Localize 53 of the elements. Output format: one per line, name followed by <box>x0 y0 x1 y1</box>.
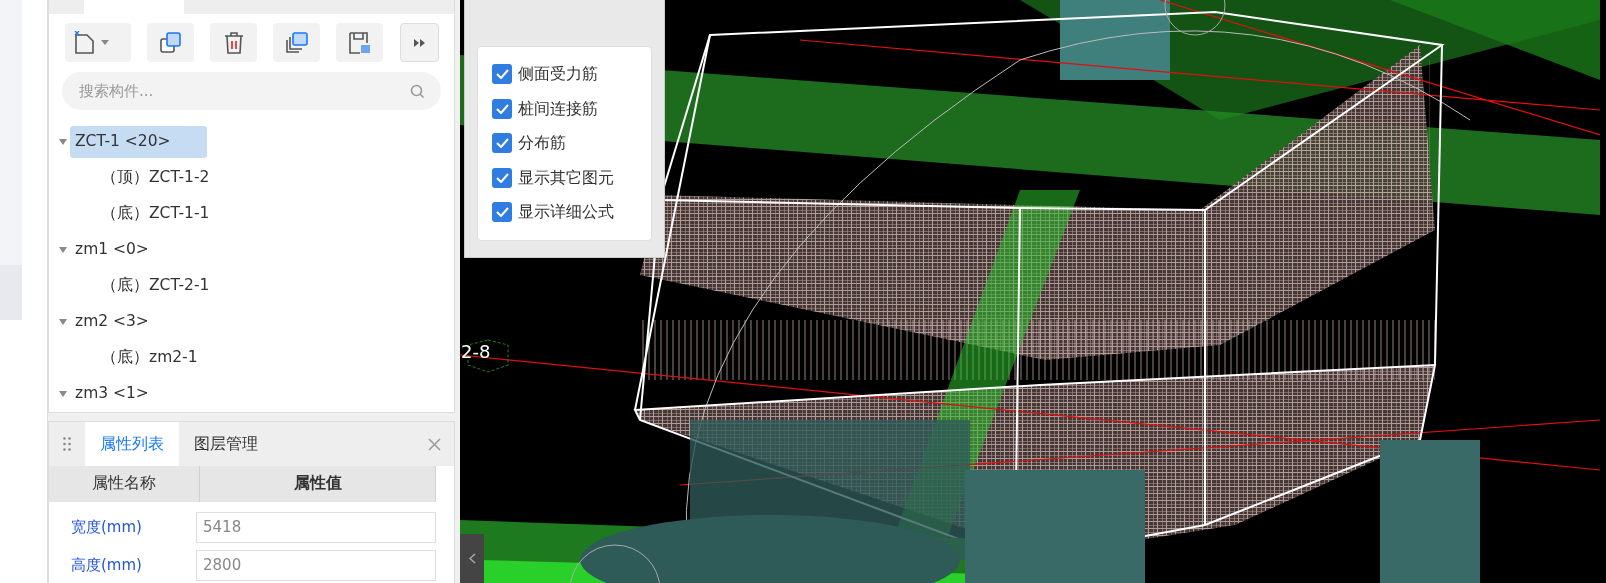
copy-button[interactable] <box>147 23 194 62</box>
checkbox-label: 显示其它图元 <box>518 166 614 189</box>
check-icon <box>495 172 509 183</box>
expanded-caret-icon[interactable] <box>59 391 67 397</box>
new-button[interactable] <box>65 23 131 62</box>
tree-item[interactable]: zm2 <3> <box>70 306 154 338</box>
tree-item[interactable]: （底）zm2-1 <box>96 342 203 374</box>
property-name: 高度(mm) <box>70 554 143 576</box>
close-icon <box>427 437 441 451</box>
panel-tab[interactable]: 图层管理 <box>179 422 273 466</box>
axis-label: 2-8 <box>461 343 491 361</box>
column-header: 属性名称 <box>49 466 200 502</box>
checkbox[interactable] <box>492 98 512 119</box>
property-value-field[interactable]: 5418 <box>196 511 436 543</box>
property-name: 宽度(mm) <box>70 516 143 538</box>
expanded-caret-icon[interactable] <box>59 139 67 145</box>
layers-button[interactable] <box>273 23 320 62</box>
copy-icon <box>158 30 183 55</box>
tree-item[interactable]: zm1 <0> <box>70 234 154 266</box>
expanded-caret-icon[interactable] <box>59 247 67 253</box>
checkbox-label: 显示详细公式 <box>518 201 614 224</box>
tree-item[interactable]: （顶）ZCT-1-2 <box>96 162 215 194</box>
caret-icon <box>101 40 109 45</box>
checkbox[interactable] <box>492 167 512 188</box>
save-icon <box>347 30 372 55</box>
tree-item[interactable]: zm3 <1> <box>70 378 154 410</box>
checkbox[interactable] <box>492 133 512 154</box>
check-icon <box>495 69 509 80</box>
tree-item[interactable]: ZCT-1 <20> <box>70 126 207 158</box>
search-icon <box>410 84 425 99</box>
panel-tab[interactable]: 属性列表 <box>85 422 179 466</box>
trash-icon <box>222 30 245 55</box>
checkbox[interactable] <box>492 64 512 85</box>
check-icon <box>495 103 509 114</box>
check-icon <box>495 138 509 149</box>
column-header: 属性值 <box>200 466 436 502</box>
property-value-field[interactable]: 2800 <box>196 549 436 581</box>
checkbox-label: 分布筋 <box>518 132 566 155</box>
tree-item[interactable]: （底）ZCT-1-1 <box>96 198 215 230</box>
double-arrow-icon <box>413 38 426 47</box>
search-field[interactable]: 搜索构件... <box>62 72 441 110</box>
check-icon <box>495 207 509 218</box>
tree-item[interactable]: （底）ZCT-2-1 <box>96 270 215 302</box>
save-button[interactable] <box>336 23 383 62</box>
more-button[interactable] <box>400 23 439 62</box>
new-file-icon <box>73 30 97 55</box>
expanded-caret-icon[interactable] <box>59 319 67 325</box>
chevron-left-icon <box>468 553 476 564</box>
layers-icon <box>284 30 309 55</box>
checkbox-label: 桩间连接筋 <box>518 97 598 120</box>
trash-button[interactable] <box>210 23 257 62</box>
checkbox[interactable] <box>492 202 512 223</box>
checkbox-label: 侧面受力筋 <box>518 63 598 86</box>
